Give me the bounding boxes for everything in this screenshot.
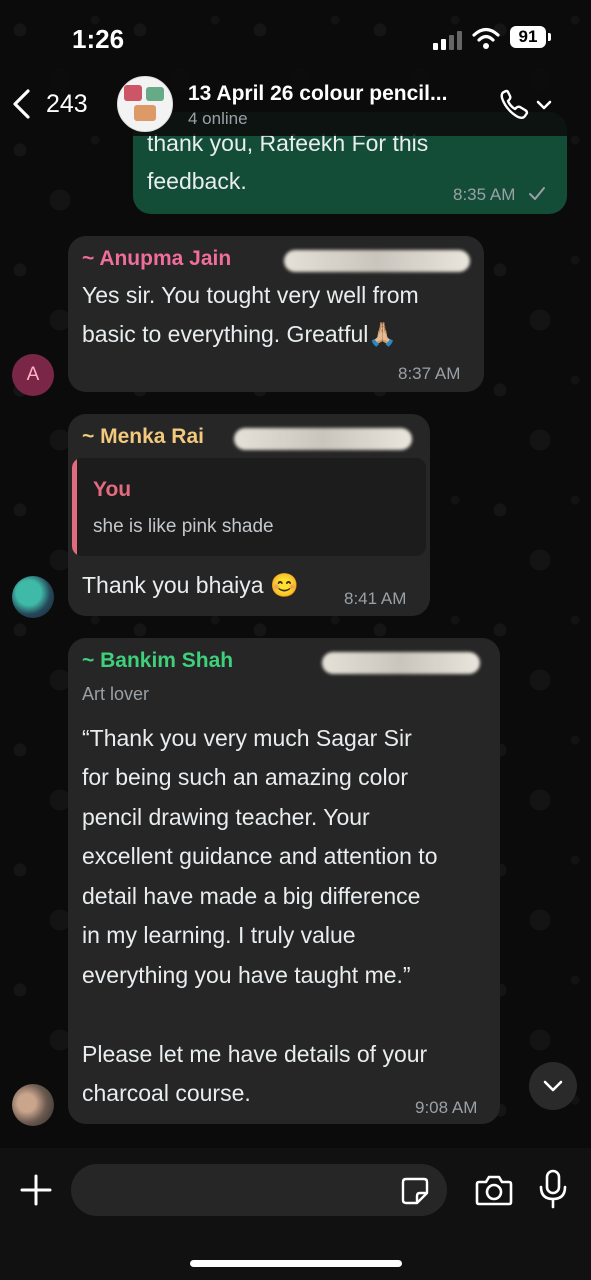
status-time: 1:26 <box>72 24 125 54</box>
group-title[interactable]: 13 April 26 colour pencil... <box>188 82 447 106</box>
read-check-icon <box>529 187 545 200</box>
message-bubble-incoming[interactable]: ~ Menka Rai You she is like pink shade T… <box>68 414 430 616</box>
unread-count: 243 <box>46 89 88 118</box>
chevron-down-icon <box>543 1080 563 1092</box>
message-bubble-incoming[interactable]: ~ Bankim Shah Art lover “Thank you very … <box>68 638 500 1124</box>
sticker-icon[interactable] <box>400 1176 430 1206</box>
message-text: Please let me have details of your <box>82 1041 428 1067</box>
composer-bar <box>0 1148 591 1280</box>
back-button[interactable]: 243 <box>10 84 88 124</box>
message-text: feedback. <box>147 168 247 194</box>
scroll-to-bottom-button[interactable] <box>529 1062 577 1110</box>
chat-header: 243 13 April 26 colour pencil... 4 onlin… <box>0 70 591 136</box>
cellular-signal-icon <box>433 31 462 50</box>
microphone-icon[interactable] <box>536 1168 570 1210</box>
redacted-phone <box>322 652 480 674</box>
sender-name: ~ Bankim Shah <box>82 649 234 672</box>
wifi-icon <box>472 27 500 49</box>
chevron-down-icon <box>536 100 552 110</box>
quoted-message[interactable]: You she is like pink shade <box>72 458 426 556</box>
status-bar: 1:26 91 <box>0 0 591 78</box>
message-time: 8:37 AM <box>398 364 461 383</box>
message-time: 9:08 AM <box>415 1098 478 1117</box>
redacted-phone <box>234 428 412 450</box>
quote-text: she is like pink shade <box>93 516 274 537</box>
folded-hands-emoji: 🙏🏼 <box>368 321 398 347</box>
battery-level: 91 <box>510 26 551 48</box>
home-indicator <box>190 1260 402 1267</box>
message-text: Yes sir. You tought very well from <box>82 282 419 308</box>
sender-name: ~ Anupma Jain <box>82 247 232 270</box>
chevron-left-icon <box>13 89 30 119</box>
plus-icon[interactable] <box>18 1172 54 1208</box>
call-button[interactable] <box>498 88 556 122</box>
message-time: 8:41 AM <box>344 589 407 608</box>
message-time: 8:35 AM <box>453 185 516 204</box>
sender-status: Art lover <box>82 684 150 704</box>
sender-name: ~ Menka Rai <box>82 425 204 448</box>
message-text: in my learning. I truly value <box>82 922 356 948</box>
avatar[interactable] <box>12 576 54 618</box>
message-text: detail have made a big difference <box>82 883 421 909</box>
message-text: basic to everything. Greatful🙏🏼 <box>82 321 398 347</box>
phone-icon <box>500 89 529 119</box>
quote-author: You <box>93 478 132 501</box>
message-text: everything you have taught me.” <box>82 962 411 988</box>
message-text: “Thank you very much Sagar Sir <box>82 725 412 751</box>
message-text: excellent guidance and attention to <box>82 843 438 869</box>
redacted-phone <box>284 250 470 272</box>
message-text: pencil drawing teacher. Your <box>82 804 370 830</box>
message-text: charcoal course. <box>82 1080 251 1106</box>
avatar[interactable] <box>12 1084 54 1126</box>
message-input[interactable] <box>71 1164 447 1216</box>
avatar[interactable]: A <box>12 354 54 396</box>
group-online-status: 4 online <box>188 109 248 128</box>
camera-icon[interactable] <box>474 1172 514 1208</box>
message-text: Thank you bhaiya 😊 <box>82 572 299 598</box>
message-bubble-incoming[interactable]: ~ Anupma Jain Yes sir. You tought very w… <box>68 236 484 392</box>
smiling-face-emoji: 😊 <box>269 572 299 598</box>
message-text: for being such an amazing color <box>82 764 409 790</box>
avatar-letter: A <box>26 364 40 385</box>
group-avatar[interactable] <box>117 76 173 132</box>
